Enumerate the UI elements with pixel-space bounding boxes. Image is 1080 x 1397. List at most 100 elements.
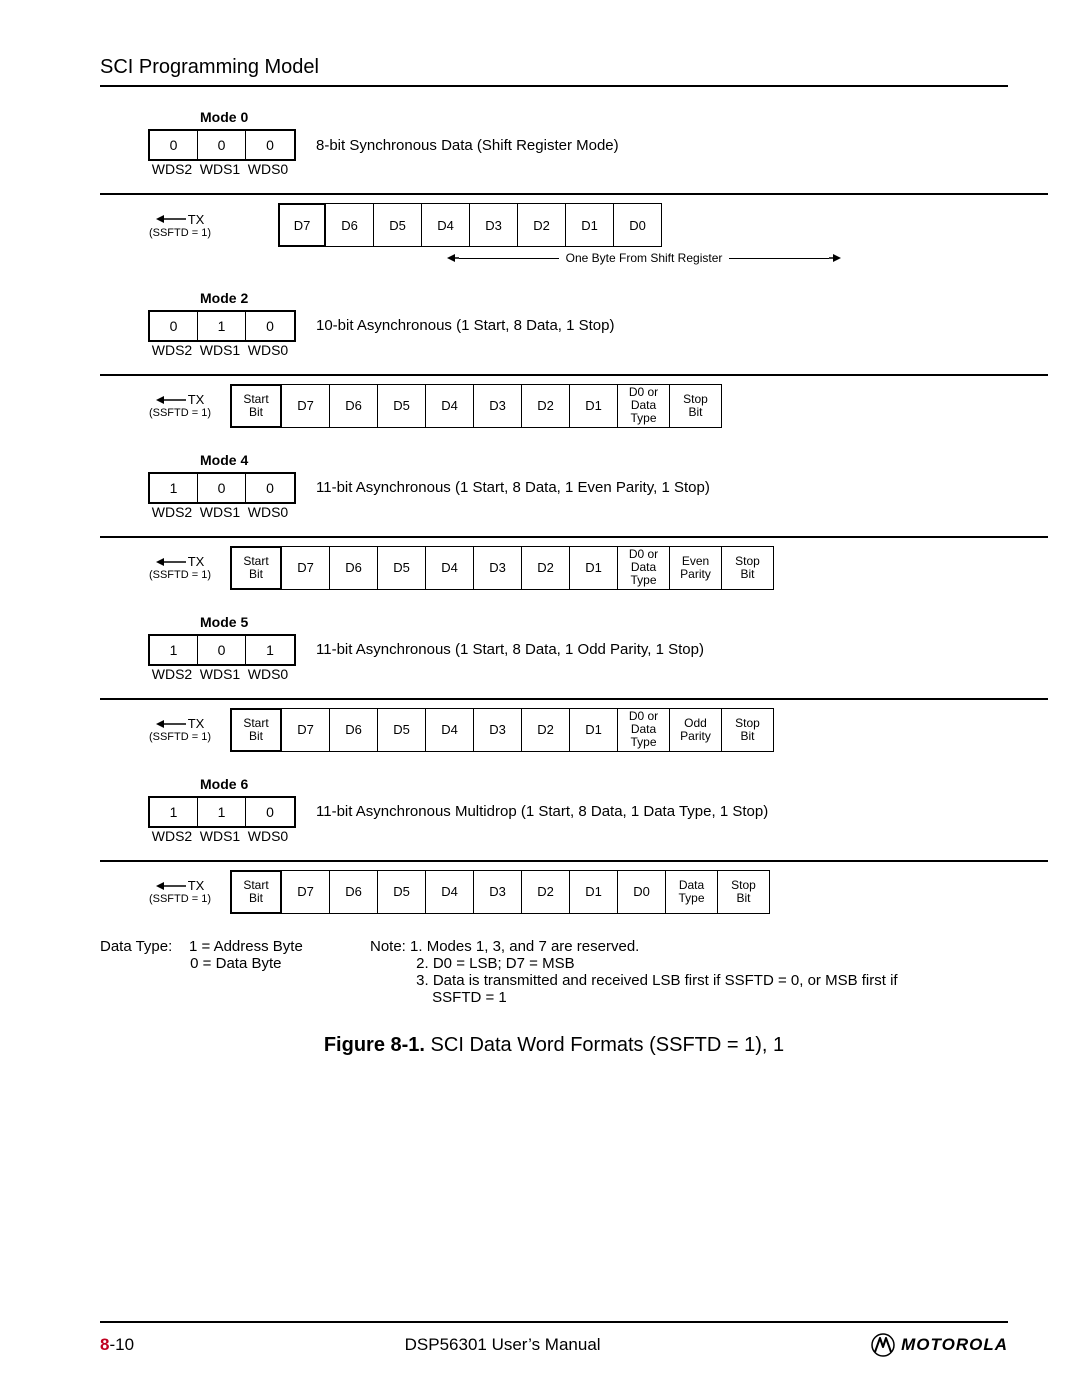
tx-label: TX xyxy=(188,212,205,227)
frame-cell: D6 xyxy=(330,870,378,914)
mode-label: Mode 2 xyxy=(200,290,1008,306)
frame-cell: StartBit xyxy=(230,870,282,914)
wds-cell: 1 xyxy=(198,798,246,826)
mode-block: Mode 6 110 11-bit Asynchronous Multidrop (… xyxy=(100,776,1008,914)
frame-cell-line: Parity xyxy=(680,568,711,581)
wds-line: 01010-bit Asynchronous (1 Start, 8 Data,… xyxy=(148,310,1008,342)
frame-cell: D6 xyxy=(330,546,378,590)
frame-cell-line: Bit xyxy=(249,406,263,419)
frame-cell: EvenParity xyxy=(670,546,722,590)
frame-row: TX(SSFTD = 1) D7D6D5D4D3D2D1D0 xyxy=(130,203,1008,247)
frame-cell: D0 xyxy=(614,203,662,247)
wds-box: 110 xyxy=(148,796,296,828)
frame-cell: StopBit xyxy=(670,384,722,428)
wds-col-label: WDS2 xyxy=(148,161,196,177)
data-type-l2: 0 = Data Byte xyxy=(190,955,281,972)
wds-cell: 0 xyxy=(246,312,294,340)
wds-line: 10011-bit Asynchronous (1 Start, 8 Data,… xyxy=(148,472,1008,504)
frame-box: StartBitD7D6D5D4D3D2D1D0 orDataTypeStopB… xyxy=(230,384,722,428)
wds-cell: 0 xyxy=(198,474,246,502)
frame-cell: StopBit xyxy=(722,546,774,590)
frame-cell-line: Start xyxy=(243,555,268,568)
frame-cell: StartBit xyxy=(230,708,282,752)
frame-cell-line: Type xyxy=(630,736,656,749)
frame-cell: D3 xyxy=(474,384,522,428)
frame-cell: D5 xyxy=(374,203,422,247)
wds-cell: 0 xyxy=(246,474,294,502)
data-type-title: Data Type: xyxy=(100,938,172,955)
notes-row: Data Type: 1 = Address Byte 0 = Data Byt… xyxy=(100,938,1008,1006)
frame-cell: D2 xyxy=(522,870,570,914)
frame-cell: D3 xyxy=(474,870,522,914)
frame-cell: D5 xyxy=(378,708,426,752)
arrow-left-icon xyxy=(447,252,459,266)
wds-cell: 0 xyxy=(150,312,198,340)
note-2: 2. D0 = LSB; D7 = MSB xyxy=(416,955,574,972)
frame-cell: D7 xyxy=(282,708,330,752)
mode-description: 10-bit Asynchronous (1 Start, 8 Data, 1 … xyxy=(316,317,615,334)
note-3: 3. Data is transmitted and received LSB … xyxy=(416,972,897,989)
figure-caption-bold: Figure 8-1. xyxy=(324,1034,425,1056)
tx-label: TX xyxy=(188,878,205,893)
mode-label: Mode 6 xyxy=(200,776,1008,792)
mode-block: Mode 410011-bit Asynchronous (1 Start, 8… xyxy=(100,452,1008,590)
frame-cell-line: Start xyxy=(243,879,268,892)
note-1: 1. Modes 1, 3, and 7 are reserved. xyxy=(410,938,639,955)
frame-box: D7D6D5D4D3D2D1D0 xyxy=(278,203,662,247)
frame-cell-line: Stop xyxy=(735,555,760,568)
frame-cell: D1 xyxy=(570,384,618,428)
frame-cell: D1 xyxy=(566,203,614,247)
frame-cell: D2 xyxy=(522,708,570,752)
wds-col-label: WDS0 xyxy=(244,504,292,520)
wds-cell: 1 xyxy=(150,636,198,664)
wds-col-label: WDS2 xyxy=(148,828,196,844)
frame-top-rule xyxy=(100,193,1048,195)
frame-cell: D2 xyxy=(522,384,570,428)
frame-cell: StartBit xyxy=(230,546,282,590)
frame-cell-line: Bit xyxy=(249,568,263,581)
frame-wrap: TX(SSFTD = 1)StartBitD7D6D5D4D3D2D1D0 or… xyxy=(100,698,1008,752)
wds-col-label: WDS1 xyxy=(196,828,244,844)
wds-line: 0008-bit Synchronous Data (Shift Registe… xyxy=(148,129,1008,161)
frame-cell-line: Bit xyxy=(688,406,702,419)
frame-cell: D5 xyxy=(378,546,426,590)
tx-label: TX xyxy=(188,716,205,731)
frame-top-rule xyxy=(100,698,1048,700)
mode-description: 11-bit Asynchronous Multidrop (1 Start, … xyxy=(316,803,768,820)
wds-column-labels: WDS2WDS1WDS0 xyxy=(148,828,1008,844)
arrow-left-icon xyxy=(156,719,186,729)
frame-row: TX(SSFTD = 1)StartBitD7D6D5D4D3D2D1D0 or… xyxy=(130,546,1008,590)
tx-column: TX(SSFTD = 1) xyxy=(130,716,230,743)
frame-cell: OddParity xyxy=(670,708,722,752)
frame-cell: D5 xyxy=(378,870,426,914)
wds-col-label: WDS2 xyxy=(148,342,196,358)
frame-cell-line: Bit xyxy=(249,730,263,743)
data-type-l1: 1 = Address Byte xyxy=(189,938,303,955)
frame-cell-line: Start xyxy=(243,717,268,730)
wds-column-labels: WDS2WDS1WDS0 xyxy=(148,161,1008,177)
header-rule xyxy=(100,85,1008,87)
frame-cell: D1 xyxy=(570,708,618,752)
wds-col-label: WDS0 xyxy=(244,666,292,682)
wds-box: 000 xyxy=(148,129,296,161)
wds-line: 110 11-bit Asynchronous Multidrop (1 Star… xyxy=(148,796,1008,828)
tx-sublabel: (SSFTD = 1) xyxy=(130,227,230,239)
frame-cell: D5 xyxy=(378,384,426,428)
frame-top-rule xyxy=(100,860,1048,862)
wds-box: 101 xyxy=(148,634,296,666)
frame-row: TX(SSFTD = 1)StartBitD7D6D5D4D3D2D1D0 or… xyxy=(130,708,1008,752)
arrow-left-icon xyxy=(156,881,186,891)
wds-column-labels: WDS2WDS1WDS0 xyxy=(148,504,1008,520)
tx-column: TX(SSFTD = 1) xyxy=(130,212,230,239)
frame-cell: D4 xyxy=(422,203,470,247)
frame-cell: D3 xyxy=(474,546,522,590)
wds-cell: 0 xyxy=(246,798,294,826)
tx-sublabel: (SSFTD = 1) xyxy=(130,569,230,581)
footer-doc-title: DSP56301 User’s Manual xyxy=(405,1335,601,1355)
frame-cell-line: Type xyxy=(630,412,656,425)
frame-cell-line: Type xyxy=(678,892,704,905)
tx-sublabel: (SSFTD = 1) xyxy=(130,893,230,905)
wds-col-label: WDS1 xyxy=(196,504,244,520)
wds-col-label: WDS0 xyxy=(244,342,292,358)
page-number: 8-10 xyxy=(100,1335,134,1355)
